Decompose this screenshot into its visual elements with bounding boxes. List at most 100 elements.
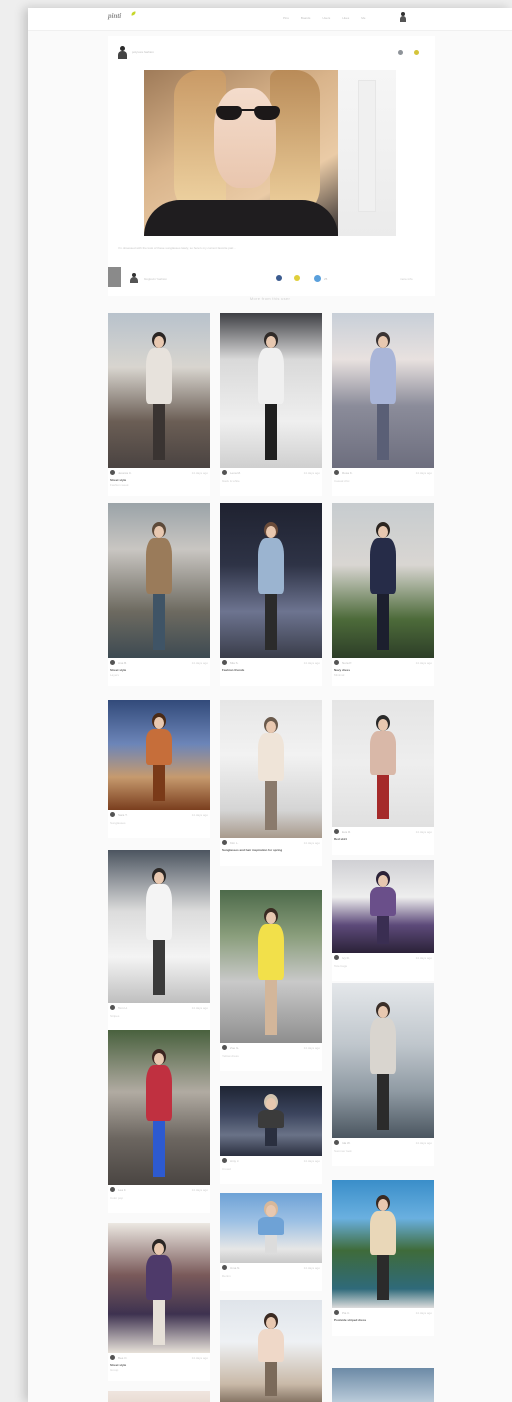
pinner-name[interactable]: Kim L. [230,841,239,845]
pinner-avatar-icon[interactable] [334,660,339,665]
more-info-link[interactable]: more info [400,277,413,281]
like-icon[interactable] [414,50,419,55]
pin-image[interactable] [332,700,434,827]
pin-caption[interactable]: Poolside striped dress [334,1318,432,1322]
pin-caption[interactable]: Red skirt [334,837,432,841]
pin-image[interactable] [108,850,210,1003]
pinner-avatar-icon[interactable] [222,840,227,845]
pinner-avatar-icon[interactable] [110,660,115,665]
pinner-avatar-icon[interactable] [334,1140,339,1145]
pin-image[interactable] [332,983,434,1138]
pin-tile[interactable]: Kim L. 14 days ago Sunglasses and hair ins… [220,700,322,866]
pin-image[interactable] [220,1300,322,1402]
pinner-name[interactable]: Lena M. [230,471,241,475]
facebook-icon[interactable] [276,275,282,281]
pin-tile[interactable] [108,1391,210,1402]
pinner-avatar-icon[interactable] [222,470,227,475]
pinner-name[interactable]: Mia S. [230,661,239,665]
pin-image[interactable] [220,503,322,658]
pin-image[interactable] [332,860,434,953]
pinner-avatar-icon[interactable] [222,1045,227,1050]
pinner-avatar-icon[interactable] [334,1310,339,1315]
pinner-name[interactable]: Amy J. [230,1159,239,1163]
pinner-avatar-icon[interactable] [334,829,339,834]
pin-tile[interactable]: Sara T. 14 days ago Sunglasses [108,700,210,838]
pinner-avatar-icon[interactable] [110,470,115,475]
pinner-avatar-icon[interactable] [334,955,339,960]
pin-tile[interactable]: Nora P. 14 days ago Navy dress Minimal [332,503,434,686]
pinner-avatar-icon[interactable] [110,1355,115,1360]
pinner-name[interactable]: Bea O. [118,1356,127,1360]
user-avatar-icon[interactable] [400,12,406,24]
pin-tile[interactable]: Amy J. 14 days ago Crowd [220,1086,322,1184]
pinner-name[interactable]: Ana B. [118,661,127,665]
pin-caption[interactable]: Street style [110,478,208,482]
pin-image[interactable] [220,890,322,1043]
pinner-name[interactable]: Eva R. [342,830,351,834]
nav-link-pins[interactable]: Pins [283,16,289,20]
pin-image[interactable] [220,1086,322,1156]
pin-image[interactable] [332,503,434,658]
nav-link-boards[interactable]: Boards [301,16,311,20]
pin-tile[interactable]: Rosa K. 14 days ago Casual chic [332,313,434,496]
pinner-name[interactable]: Pia C. [342,1311,350,1315]
pin-it-button[interactable] [108,267,121,287]
pinner-name[interactable]: Uma N. [230,1266,240,1270]
pin-caption[interactable]: Fashion friends [222,668,320,672]
pinner-name[interactable]: Tom H. [118,1006,128,1010]
pin-tile[interactable] [332,1368,434,1402]
pinner-name[interactable]: Ivy D. [342,956,350,960]
pin-caption[interactable]: Street style [110,668,208,672]
pin-tile[interactable]: Ana B. 14 days ago Street style Layers [108,503,210,686]
nav-link-likes[interactable]: Likes [342,16,349,20]
pinner-name[interactable]: Rosa K. [342,471,353,475]
pin-tile[interactable]: Mia S. 14 days ago Fashion friends [220,503,322,686]
pin-caption[interactable]: Sunglasses and hair inspiration for spri… [222,848,320,852]
pinner-avatar-icon[interactable] [222,1158,227,1163]
pin-image[interactable] [332,1368,434,1402]
source-name[interactable]: bloglovin' fashion [144,277,167,281]
pinner-avatar-icon[interactable] [222,1265,227,1270]
pin-image[interactable] [108,1223,210,1353]
pin-tile[interactable]: Bea O. 14 days ago Street style Group [108,1223,210,1381]
pin-tile[interactable]: Lena M. 14 days ago black & white [220,313,322,496]
twitter-icon[interactable] [314,275,321,282]
source-avatar-icon[interactable] [130,273,138,283]
share-icon[interactable] [398,50,403,55]
site-logo[interactable]: pinti [108,12,121,20]
pin-image[interactable] [220,700,322,838]
pinner-name[interactable]: polyvore fashion [132,50,154,54]
pinner-name[interactable]: Lea F. [118,1188,126,1192]
star-icon[interactable] [294,275,300,281]
pinner-avatar-icon[interactable] [334,470,339,475]
pin-tile[interactable] [220,1300,322,1402]
pin-image[interactable] [108,700,210,810]
pin-tile[interactable]: Ida W. 14 days ago Summer look [332,983,434,1166]
pinner-avatar-icon[interactable] [110,1005,115,1010]
pin-image[interactable] [108,1391,210,1402]
pin-image[interactable] [108,313,210,468]
pin-tile[interactable]: Ivy D. 14 days ago Tote bags [332,860,434,981]
pin-image[interactable] [332,313,434,468]
featured-photo[interactable] [144,70,396,236]
pin-image[interactable] [220,313,322,468]
pinner-name[interactable]: Nora P. [342,661,352,665]
nav-link-me[interactable]: Me [361,16,365,20]
pinner-name[interactable]: Ida W. [342,1141,351,1145]
pin-image[interactable] [332,1180,434,1308]
pinner-avatar-icon[interactable] [110,812,115,817]
pinner-name[interactable]: Sara T. [118,813,127,817]
pin-tile[interactable]: Tom H. 14 days ago Stripes [108,850,210,1031]
pin-image[interactable] [108,1030,210,1185]
pin-tile[interactable]: Eva R. 14 days ago Red skirt [332,700,434,855]
pinner-name[interactable]: Zoe G. [230,1046,239,1050]
nav-link-users[interactable]: Users [322,16,330,20]
pin-caption[interactable]: Navy dress [334,668,432,672]
pinner-avatar-icon[interactable] [222,660,227,665]
pin-tile[interactable]: Pia C. 14 days ago Poolside striped dress [332,1180,434,1336]
pin-tile[interactable]: Zoe G. 14 days ago Yellow dress [220,890,322,1071]
pin-tile[interactable]: Lea F. 14 days ago Color pop [108,1030,210,1213]
pin-tile[interactable]: Jessica C. 14 days ago Street style Fashion… [108,313,210,496]
pin-image[interactable] [108,503,210,658]
pinner-name[interactable]: Jessica C. [118,471,132,475]
